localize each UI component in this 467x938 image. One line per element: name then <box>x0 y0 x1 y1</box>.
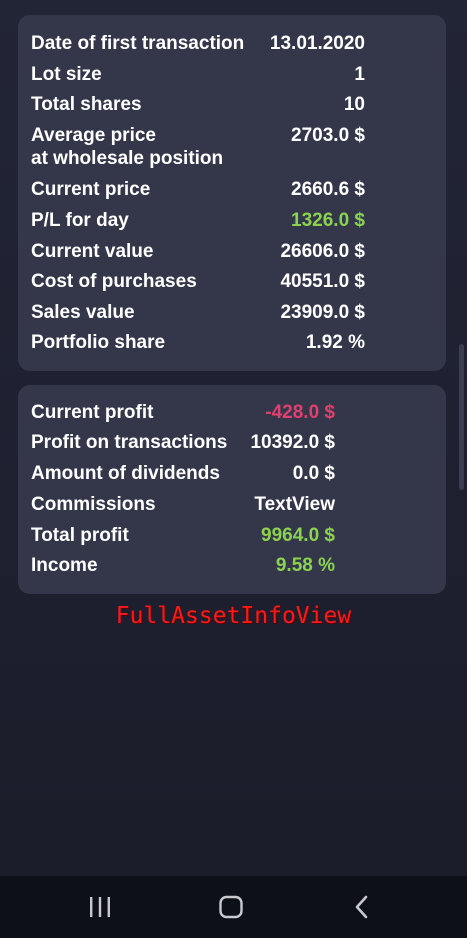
row-label: P/L for day <box>31 210 129 231</box>
row-value: 2660.6 $ <box>291 179 365 200</box>
home-icon <box>219 895 243 919</box>
row-label: Income <box>31 555 98 576</box>
summary-card: Date of first transaction 13.01.2020 Lot… <box>18 15 446 371</box>
row-value: 2703.0 $ <box>291 125 365 146</box>
row-label: Sales value <box>31 302 135 323</box>
row-label: Current profit <box>31 402 154 423</box>
row-label: Current price <box>31 179 151 200</box>
row-value: 10392.0 $ <box>250 432 335 453</box>
home-button[interactable] <box>211 890 251 924</box>
back-button[interactable] <box>342 890 382 924</box>
row-label: Lot size <box>31 64 102 85</box>
back-icon <box>355 895 368 919</box>
row-label: Average price <box>31 125 156 146</box>
row-label: Profit on transactions <box>31 432 228 453</box>
row-label: Total shares <box>31 94 142 115</box>
row-value: 0.0 $ <box>292 463 335 484</box>
row-label: Total profit <box>31 525 129 546</box>
row-label: Current value <box>31 241 154 262</box>
row-value: 9964.0 $ <box>261 525 335 546</box>
profit-card: Current profit -428.0 $ Profit on transa… <box>18 385 446 594</box>
row-value: 26606.0 $ <box>280 241 365 262</box>
row-value: 10 <box>343 94 365 115</box>
row-label: Date of first transaction <box>31 33 245 54</box>
row-value: -428.0 $ <box>265 402 335 423</box>
row-label: Portfolio share <box>31 332 166 353</box>
system-navigation-bar <box>0 876 467 938</box>
row-value: 13.01.2020 <box>269 33 365 54</box>
row-value: 1326.0 $ <box>291 210 365 231</box>
row-label-second-line: at wholesale position <box>31 148 224 169</box>
row-label: Commissions <box>31 494 156 515</box>
row-label: Amount of dividends <box>31 463 220 484</box>
recent-apps-button[interactable] <box>80 890 120 924</box>
row-value: 1 <box>354 64 365 85</box>
row-value: 23909.0 $ <box>280 302 365 323</box>
recent-apps-icon <box>90 897 110 917</box>
row-value: TextView <box>254 494 335 515</box>
row-value: 40551.0 $ <box>280 271 365 292</box>
scrollbar[interactable] <box>459 344 464 490</box>
row-label: Cost of purchases <box>31 271 197 292</box>
row-value: 1.92 % <box>305 332 365 353</box>
view-debug-label: FullAssetInfoView <box>115 603 352 629</box>
row-value: 9.58 % <box>275 555 335 576</box>
